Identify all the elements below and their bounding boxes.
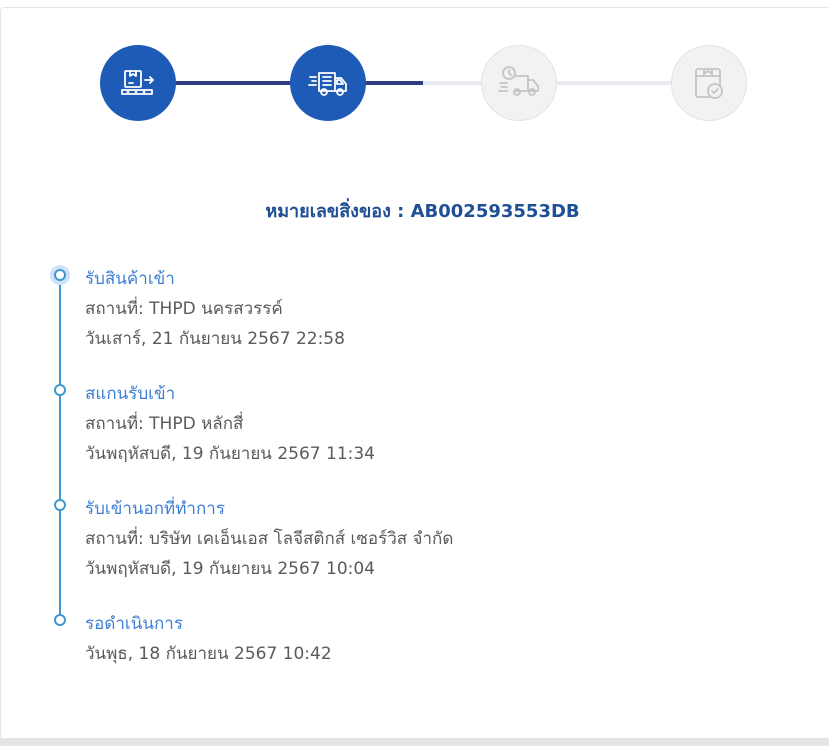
step-in-transit	[290, 45, 366, 121]
card-shadow	[0, 738, 829, 746]
stepper-connector-3	[555, 81, 671, 85]
event-title: รอดำเนินการ	[85, 614, 183, 634]
event-datetime: วันพฤหัสบดี, 19 กันยายน 2567 11:34	[85, 444, 375, 464]
timeline-dot-4	[54, 614, 66, 626]
timeline-dot-2	[54, 384, 66, 396]
scheduled-truck-icon	[497, 61, 541, 105]
step-out-for-delivery	[481, 45, 557, 121]
event-datetime: วันพุธ, 18 กันยายน 2567 10:42	[85, 644, 332, 664]
delivery-truck-icon	[306, 61, 350, 105]
timeline-line	[59, 274, 61, 620]
tracking-number: หมายเลขสิ่งของ : AB002593553DB	[265, 201, 580, 222]
step-dispatched	[100, 45, 176, 121]
timeline-event: รับสินค้าเข้า สถานที่: THPD นครสวรรค์ วั…	[85, 264, 345, 354]
event-title: รับเข้านอกที่ทำการ	[85, 499, 225, 519]
timeline-event: รับเข้านอกที่ทำการ สถานที่: บริษัท เคเอ็…	[85, 494, 453, 584]
step-delivered	[671, 45, 747, 121]
stepper-connector-1	[175, 81, 291, 85]
timeline-dot-3	[54, 499, 66, 511]
package-dispatch-icon	[116, 61, 160, 105]
event-location: สถานที่: THPD นครสวรรค์	[85, 299, 283, 319]
event-datetime: วันพฤหัสบดี, 19 กันยายน 2567 10:04	[85, 559, 375, 579]
stepper-connector-2	[365, 81, 423, 85]
timeline-event: สแกนรับเข้า สถานที่: THPD หลักสี่ วันพฤห…	[85, 379, 375, 469]
timeline-event: รอดำเนินการ วันพุธ, 18 กันยายน 2567 10:4…	[85, 609, 332, 669]
event-location: สถานที่: THPD หลักสี่	[85, 414, 244, 434]
event-title: รับสินค้าเข้า	[85, 269, 175, 289]
event-location: สถานที่: บริษัท เคเอ็นเอส โลจีสติกส์ เซอ…	[85, 529, 454, 549]
stepper-connector-2-pending	[423, 81, 481, 85]
timeline-dot-1	[54, 269, 66, 281]
event-title: สแกนรับเข้า	[85, 384, 176, 404]
package-check-icon	[687, 61, 731, 105]
event-datetime: วันเสาร์, 21 กันยายน 2567 22:58	[85, 329, 345, 349]
